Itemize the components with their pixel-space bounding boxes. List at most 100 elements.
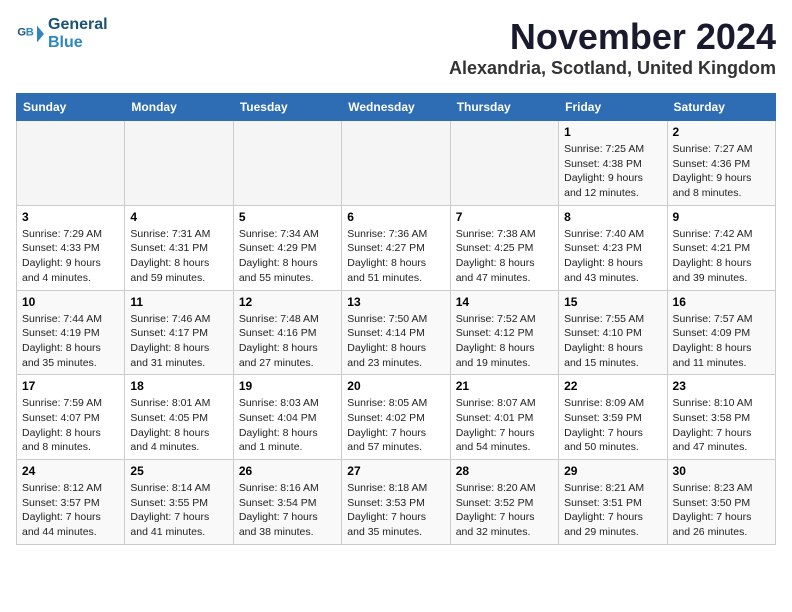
week-row-2: 10 Sunrise: 7:44 AM Sunset: 4:19 PM Dayli… <box>17 290 776 375</box>
logo-icon: G B <box>16 20 44 48</box>
day-number: 1 <box>564 125 661 139</box>
day-info: Sunrise: 8:21 AM Sunset: 3:51 PM Dayligh… <box>564 481 661 540</box>
day-cell: 2Sunrise: 7:27 AM Sunset: 4:36 PM Daylig… <box>667 121 775 206</box>
calendar-header: SundayMondayTuesdayWednesdayThursdayFrid… <box>17 94 776 121</box>
logo-line2: Blue <box>48 34 108 52</box>
day-info: Sunrise: 7:59 AM Sunset: 4:07 PM Dayligh… <box>22 396 119 455</box>
day-cell: 21Sunrise: 8:07 AM Sunset: 4:01 PM Dayli… <box>450 375 558 460</box>
day-info: Sunrise: 7:27 AM Sunset: 4:36 PM Dayligh… <box>673 142 770 201</box>
day-number: 23 <box>673 379 770 393</box>
header-tuesday: Tuesday <box>233 94 341 121</box>
day-cell: 12Sunrise: 7:48 AM Sunset: 4:16 PM Dayli… <box>233 290 341 375</box>
day-number: 4 <box>130 210 227 224</box>
logo: G B General Blue <box>16 16 108 51</box>
month-title: November 2024 <box>449 16 776 58</box>
day-number: 26 <box>239 464 336 478</box>
day-cell: 3 Sunrise: 7:29 AM Sunset: 4:33 PM Daylig… <box>17 205 125 290</box>
day-cell: 19 Sunrise: 8:03 AM Sunset: 4:04 PM Dayli… <box>233 375 341 460</box>
day-cell: 29 Sunrise: 8:21 AM Sunset: 3:51 PM Dayli… <box>559 460 667 545</box>
day-info: Sunrise: 7:52 AM Sunset: 4:12 PM Dayligh… <box>456 312 553 371</box>
day-cell: 4 Sunrise: 7:31 AM Sunset: 4:31 PM Daylig… <box>125 205 233 290</box>
day-info: Sunrise: 7:44 AM Sunset: 4:19 PM Dayligh… <box>22 312 119 371</box>
day-number: 19 <box>239 379 336 393</box>
calendar-table: SundayMondayTuesdayWednesdayThursdayFrid… <box>16 93 776 545</box>
day-cell: 9Sunrise: 7:42 AM Sunset: 4:21 PM Daylig… <box>667 205 775 290</box>
day-cell: 22 Sunrise: 8:09 AM Sunset: 3:59 PM Dayli… <box>559 375 667 460</box>
day-cell: 20Sunrise: 8:05 AM Sunset: 4:02 PM Dayli… <box>342 375 450 460</box>
calendar-body: 1 Sunrise: 7:25 AM Sunset: 4:38 PM Daylig… <box>17 121 776 545</box>
day-info: Sunrise: 7:31 AM Sunset: 4:31 PM Dayligh… <box>130 227 227 286</box>
day-number: 22 <box>564 379 661 393</box>
day-info: Sunrise: 7:48 AM Sunset: 4:16 PM Dayligh… <box>239 312 336 371</box>
header-wednesday: Wednesday <box>342 94 450 121</box>
day-cell: 15 Sunrise: 7:55 AM Sunset: 4:10 PM Dayli… <box>559 290 667 375</box>
header-row: SundayMondayTuesdayWednesdayThursdayFrid… <box>17 94 776 121</box>
day-info: Sunrise: 8:03 AM Sunset: 4:04 PM Dayligh… <box>239 396 336 455</box>
day-number: 17 <box>22 379 119 393</box>
day-info: Sunrise: 7:36 AM Sunset: 4:27 PM Dayligh… <box>347 227 444 286</box>
title-section: November 2024 Alexandria, Scotland, Unit… <box>449 16 776 79</box>
day-info: Sunrise: 8:09 AM Sunset: 3:59 PM Dayligh… <box>564 396 661 455</box>
day-cell <box>342 121 450 206</box>
day-info: Sunrise: 7:42 AM Sunset: 4:21 PM Dayligh… <box>673 227 770 286</box>
day-number: 20 <box>347 379 444 393</box>
day-cell: 7Sunrise: 7:38 AM Sunset: 4:25 PM Daylig… <box>450 205 558 290</box>
week-row-4: 24 Sunrise: 8:12 AM Sunset: 3:57 PM Dayli… <box>17 460 776 545</box>
day-cell: 18Sunrise: 8:01 AM Sunset: 4:05 PM Dayli… <box>125 375 233 460</box>
day-cell: 13Sunrise: 7:50 AM Sunset: 4:14 PM Dayli… <box>342 290 450 375</box>
day-info: Sunrise: 8:12 AM Sunset: 3:57 PM Dayligh… <box>22 481 119 540</box>
svg-text:B: B <box>26 26 34 38</box>
day-number: 25 <box>130 464 227 478</box>
day-number: 24 <box>22 464 119 478</box>
svg-text:G: G <box>17 26 26 38</box>
day-info: Sunrise: 8:18 AM Sunset: 3:53 PM Dayligh… <box>347 481 444 540</box>
day-cell: 25 Sunrise: 8:14 AM Sunset: 3:55 PM Dayli… <box>125 460 233 545</box>
day-cell <box>233 121 341 206</box>
day-info: Sunrise: 8:16 AM Sunset: 3:54 PM Dayligh… <box>239 481 336 540</box>
day-info: Sunrise: 7:29 AM Sunset: 4:33 PM Dayligh… <box>22 227 119 286</box>
day-cell <box>450 121 558 206</box>
day-info: Sunrise: 7:25 AM Sunset: 4:38 PM Dayligh… <box>564 142 661 201</box>
header-monday: Monday <box>125 94 233 121</box>
week-row-1: 3 Sunrise: 7:29 AM Sunset: 4:33 PM Daylig… <box>17 205 776 290</box>
day-cell <box>125 121 233 206</box>
day-number: 11 <box>130 295 227 309</box>
day-number: 16 <box>673 295 770 309</box>
day-number: 3 <box>22 210 119 224</box>
day-number: 5 <box>239 210 336 224</box>
day-cell: 14 Sunrise: 7:52 AM Sunset: 4:12 PM Dayli… <box>450 290 558 375</box>
day-info: Sunrise: 7:38 AM Sunset: 4:25 PM Dayligh… <box>456 227 553 286</box>
day-number: 10 <box>22 295 119 309</box>
header-friday: Friday <box>559 94 667 121</box>
day-cell: 24 Sunrise: 8:12 AM Sunset: 3:57 PM Dayli… <box>17 460 125 545</box>
header-thursday: Thursday <box>450 94 558 121</box>
day-number: 15 <box>564 295 661 309</box>
day-number: 6 <box>347 210 444 224</box>
day-info: Sunrise: 7:55 AM Sunset: 4:10 PM Dayligh… <box>564 312 661 371</box>
day-info: Sunrise: 8:10 AM Sunset: 3:58 PM Dayligh… <box>673 396 770 455</box>
day-number: 28 <box>456 464 553 478</box>
day-info: Sunrise: 7:57 AM Sunset: 4:09 PM Dayligh… <box>673 312 770 371</box>
day-number: 14 <box>456 295 553 309</box>
logo-line1: General <box>48 16 108 34</box>
day-cell: 27 Sunrise: 8:18 AM Sunset: 3:53 PM Dayli… <box>342 460 450 545</box>
day-info: Sunrise: 8:07 AM Sunset: 4:01 PM Dayligh… <box>456 396 553 455</box>
day-info: Sunrise: 7:34 AM Sunset: 4:29 PM Dayligh… <box>239 227 336 286</box>
day-cell: 10 Sunrise: 7:44 AM Sunset: 4:19 PM Dayli… <box>17 290 125 375</box>
day-info: Sunrise: 8:23 AM Sunset: 3:50 PM Dayligh… <box>673 481 770 540</box>
day-info: Sunrise: 7:46 AM Sunset: 4:17 PM Dayligh… <box>130 312 227 371</box>
day-cell: 8Sunrise: 7:40 AM Sunset: 4:23 PM Daylig… <box>559 205 667 290</box>
week-row-3: 17 Sunrise: 7:59 AM Sunset: 4:07 PM Dayli… <box>17 375 776 460</box>
day-cell: 28Sunrise: 8:20 AM Sunset: 3:52 PM Dayli… <box>450 460 558 545</box>
day-info: Sunrise: 7:50 AM Sunset: 4:14 PM Dayligh… <box>347 312 444 371</box>
day-cell <box>17 121 125 206</box>
location-title: Alexandria, Scotland, United Kingdom <box>449 58 776 79</box>
day-cell: 16 Sunrise: 7:57 AM Sunset: 4:09 PM Dayli… <box>667 290 775 375</box>
day-info: Sunrise: 8:14 AM Sunset: 3:55 PM Dayligh… <box>130 481 227 540</box>
day-cell: 1 Sunrise: 7:25 AM Sunset: 4:38 PM Daylig… <box>559 121 667 206</box>
day-number: 29 <box>564 464 661 478</box>
day-number: 30 <box>673 464 770 478</box>
day-cell: 30 Sunrise: 8:23 AM Sunset: 3:50 PM Dayli… <box>667 460 775 545</box>
day-number: 27 <box>347 464 444 478</box>
day-cell: 6 Sunrise: 7:36 AM Sunset: 4:27 PM Daylig… <box>342 205 450 290</box>
